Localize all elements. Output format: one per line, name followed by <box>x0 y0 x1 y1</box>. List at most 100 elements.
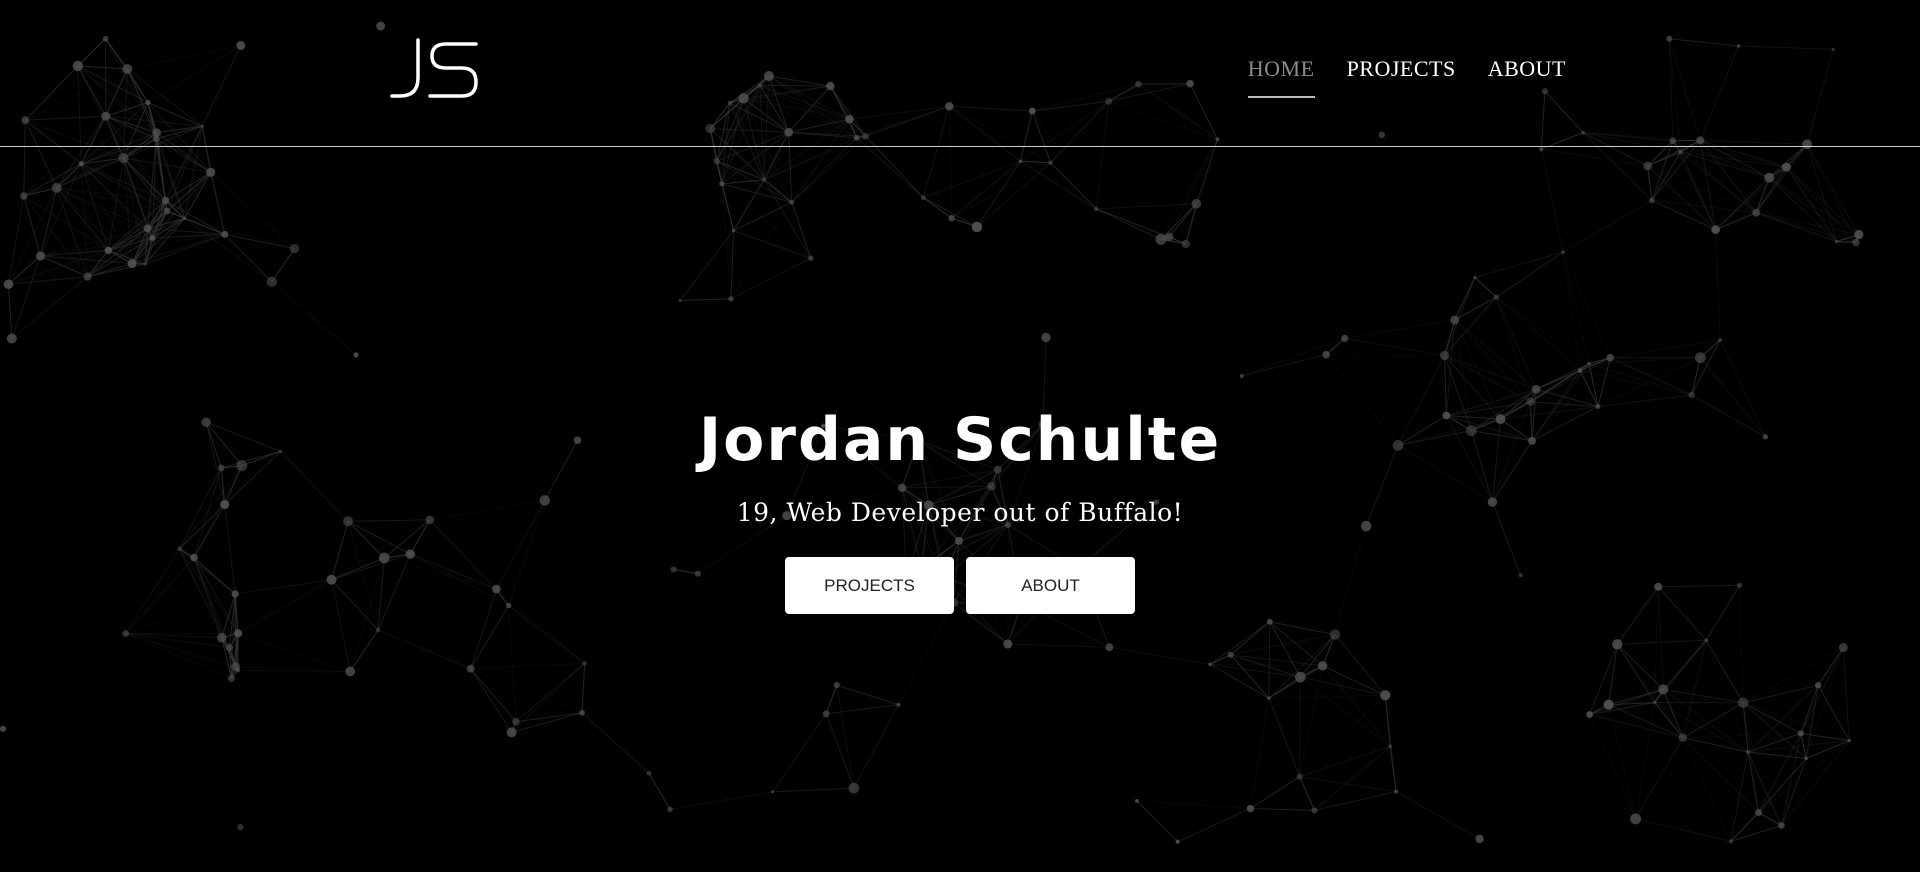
network-node <box>1797 730 1805 737</box>
nav-home-link[interactable]: HOME <box>1247 56 1315 98</box>
network-node <box>1317 661 1328 671</box>
network-node <box>1643 161 1652 171</box>
network-node <box>1181 239 1191 249</box>
network-line <box>1344 337 1445 356</box>
network-line <box>1743 684 1819 704</box>
network-line <box>1454 296 1497 321</box>
network-line <box>1269 621 1336 636</box>
network-line <box>1007 643 1110 648</box>
network-line <box>1699 140 1757 214</box>
network-line <box>1299 745 1391 778</box>
network-node <box>118 153 129 164</box>
network-line <box>1768 143 1808 179</box>
js-monogram-icon[interactable] <box>388 36 480 102</box>
network-line <box>1817 647 1844 686</box>
network-line <box>1230 621 1271 656</box>
network-line <box>721 183 812 259</box>
network-line <box>1842 647 1850 741</box>
network-line <box>1209 663 1270 699</box>
about-button[interactable]: ABOUT <box>966 557 1135 614</box>
network-node <box>770 790 774 794</box>
network-line <box>826 704 899 715</box>
network-line <box>1210 663 1323 667</box>
network-line <box>1495 296 1581 371</box>
network-node <box>646 770 652 776</box>
network-node <box>1678 733 1688 742</box>
network-line <box>1663 688 1744 704</box>
network-node <box>1804 756 1808 761</box>
network-line <box>1730 751 1749 842</box>
network-node <box>1094 206 1099 212</box>
network-node <box>808 255 814 261</box>
network-line <box>923 197 978 228</box>
network-node <box>848 782 860 794</box>
network-node <box>3 279 14 290</box>
nav-about-link[interactable]: ABOUT <box>1488 56 1566 98</box>
network-line <box>679 230 734 301</box>
network-line <box>1617 639 1707 645</box>
network-node <box>731 228 736 233</box>
network-line <box>1136 800 1251 810</box>
network-node <box>1814 681 1822 689</box>
network-line <box>648 772 671 810</box>
network-node <box>1688 391 1695 399</box>
network-line <box>1096 203 1197 210</box>
network-line <box>470 668 583 714</box>
network-line <box>1299 665 1324 777</box>
network-line <box>836 685 855 789</box>
network-line <box>1747 751 1807 759</box>
network-node <box>143 224 152 233</box>
network-line <box>1589 714 1637 820</box>
network-node <box>1694 352 1706 364</box>
network-node <box>1603 699 1614 710</box>
network-node <box>0 725 7 732</box>
network-node <box>51 182 62 193</box>
network-line <box>1715 177 1770 230</box>
network-line <box>1389 746 1397 792</box>
network-line <box>1651 200 1757 214</box>
network-line <box>1608 644 1618 705</box>
network-node <box>353 352 359 358</box>
network-line <box>1608 704 1637 819</box>
network-line <box>1020 160 1051 164</box>
network-line <box>508 605 517 722</box>
network-node <box>1105 643 1114 652</box>
network-node <box>1781 162 1791 172</box>
network-line <box>1672 140 1757 214</box>
network-line <box>1747 684 1819 753</box>
network-node <box>1755 809 1763 817</box>
network-line <box>1715 229 1721 341</box>
network-line <box>1454 319 1531 403</box>
network-node <box>183 216 187 220</box>
nav-projects-link[interactable]: PROJECTS <box>1347 56 1456 98</box>
network-line <box>11 276 88 339</box>
network-node <box>237 824 244 831</box>
network-node <box>1653 700 1657 705</box>
hero-subtitle: 19, Web Developer out of Buffalo! <box>736 498 1184 527</box>
network-line <box>1322 665 1386 696</box>
network-line <box>1781 740 1850 826</box>
projects-button[interactable]: PROJECTS <box>785 557 954 614</box>
network-node <box>1048 160 1053 165</box>
network-line <box>23 187 57 197</box>
network-node <box>1439 350 1450 361</box>
site-header: HOME PROJECTS ABOUT <box>0 0 1920 147</box>
network-line <box>1805 685 1819 759</box>
network-line <box>1299 676 1391 747</box>
network-line <box>1322 665 1391 747</box>
network-line <box>1691 357 1701 396</box>
network-node <box>375 627 381 633</box>
network-line <box>1742 647 1844 704</box>
network-line <box>1299 776 1315 811</box>
network-line <box>1109 646 1211 665</box>
network-node <box>1003 639 1013 649</box>
network-line <box>470 668 517 723</box>
network-line <box>1299 634 1336 678</box>
network-node <box>1296 773 1303 780</box>
network-line <box>1785 166 1857 243</box>
network-line <box>1020 160 1097 210</box>
network-line <box>791 137 858 203</box>
network-node <box>466 664 475 673</box>
network-line <box>825 713 855 789</box>
hero-button-row: PROJECTS ABOUT <box>0 557 1920 614</box>
